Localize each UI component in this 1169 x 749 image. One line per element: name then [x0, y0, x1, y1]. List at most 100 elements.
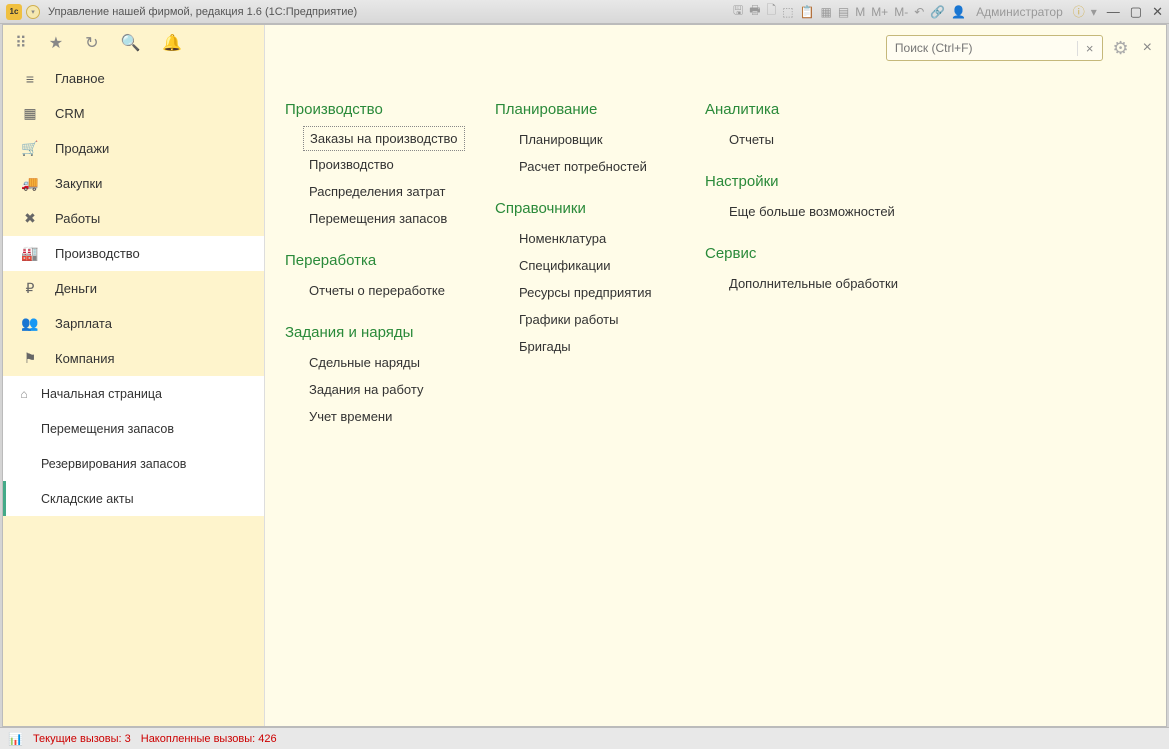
status-accumulated-calls: Накопленные вызовы: 426: [141, 733, 277, 745]
close-panel-button[interactable]: ×: [1143, 39, 1152, 57]
admin-label[interactable]: Администратор: [976, 5, 1063, 19]
link-production[interactable]: Производство: [285, 151, 475, 178]
link-work-tasks[interactable]: Задания на работу: [285, 376, 475, 403]
sidebar-item-production[interactable]: 🏭 Производство: [3, 236, 264, 271]
sidebar-item-label: Складские акты: [41, 492, 134, 506]
close-button[interactable]: ✕: [1152, 4, 1163, 20]
sidebar-sub-stock-move[interactable]: Перемещения запасов: [3, 411, 264, 446]
link-more-features[interactable]: Еще больше возможностей: [705, 198, 898, 225]
maximize-button[interactable]: ▢: [1130, 4, 1142, 20]
sidebar-item-label: Компания: [55, 351, 115, 366]
sidebar-item-label: Начальная страница: [41, 387, 162, 401]
minimize-button[interactable]: —: [1107, 4, 1120, 20]
status-icon: 📊: [8, 732, 23, 746]
link-icon[interactable]: 🔗: [930, 5, 945, 19]
people-icon: 👥: [21, 315, 39, 332]
sidebar-sub-home[interactable]: ⌂ Начальная страница: [3, 376, 264, 411]
section-header-processing[interactable]: Переработка: [285, 252, 475, 269]
app-logo-icon: 1c: [6, 4, 22, 20]
menu-icon: ≡: [21, 71, 39, 87]
link-teams[interactable]: Бригады: [495, 333, 685, 360]
sidebar-item-label: Перемещения запасов: [41, 422, 174, 436]
section-header-catalogs[interactable]: Справочники: [495, 200, 685, 217]
m-plus-button[interactable]: M+: [871, 5, 888, 19]
info-icon[interactable]: ⓘ: [1073, 3, 1085, 20]
grid-icon[interactable]: ⠿: [15, 33, 27, 53]
column-planning: Планирование Планировщик Расчет потребно…: [495, 75, 685, 430]
link-orders-production[interactable]: Заказы на производство: [303, 126, 465, 151]
link-reports[interactable]: Отчеты: [705, 126, 898, 153]
section-header-tasks[interactable]: Задания и наряды: [285, 324, 475, 341]
link-cost-allocation[interactable]: Распределения затрат: [285, 178, 475, 205]
truck-icon: 🚚: [21, 175, 39, 192]
section-header-service[interactable]: Сервис: [705, 245, 898, 262]
link-specifications[interactable]: Спецификации: [495, 252, 685, 279]
back-icon[interactable]: ↶: [914, 5, 924, 19]
sidebar-item-label: Продажи: [55, 141, 109, 156]
compare-icon[interactable]: ⬚: [782, 5, 793, 19]
gear-icon[interactable]: ⚙: [1113, 38, 1129, 59]
column-analytics: Аналитика Отчеты Настройки Еще больше во…: [705, 75, 898, 430]
status-current-calls: Текущие вызовы: 3: [33, 733, 131, 745]
link-nomenclature[interactable]: Номенклатура: [495, 225, 685, 252]
sidebar-item-sales[interactable]: 🛒 Продажи: [3, 131, 264, 166]
history-icon[interactable]: ↻: [85, 33, 98, 53]
sidebar-item-label: Деньги: [55, 281, 97, 296]
sidebar-item-label: CRM: [55, 106, 85, 121]
m-button[interactable]: M: [855, 5, 865, 19]
link-time-track[interactable]: Учет времени: [285, 403, 475, 430]
home-icon: ⌂: [17, 387, 31, 401]
cart-icon: 🛒: [21, 140, 39, 157]
section-header-planning[interactable]: Планирование: [495, 101, 685, 118]
titlebar-dropdown-icon[interactable]: ▾: [26, 5, 40, 19]
sidebar-item-label: Производство: [55, 246, 140, 261]
sidebar-sub-list: ⌂Начальная страница Перемещения запасов …: [3, 376, 264, 516]
search-input[interactable]: [887, 36, 1077, 60]
sidebar-item-works[interactable]: ✖Работы: [3, 201, 264, 236]
sidebar-item-crm[interactable]: ▦ CRM: [3, 96, 264, 131]
bell-icon[interactable]: 🔔: [162, 33, 182, 53]
info-dropdown-icon[interactable]: ▾: [1091, 5, 1097, 19]
calculator-icon[interactable]: ▤: [838, 5, 849, 19]
sidebar-item-salary[interactable]: 👥 Зарплата: [3, 306, 264, 341]
m-minus-button[interactable]: M-: [894, 5, 908, 19]
link-needs-calc[interactable]: Расчет потребностей: [495, 153, 685, 180]
link-stock-moves[interactable]: Перемещения запасов: [285, 205, 475, 232]
link-piecework[interactable]: Сдельные наряды: [285, 349, 475, 376]
crm-icon: ▦: [21, 105, 39, 122]
titlebar-tools: 🖫 🖶 🗋 ⬚ 📋 ▦ ▤ M M+ M- ↶ 🔗 👤 Администрато…: [733, 1, 1097, 22]
sidebar-item-money[interactable]: ₽ Деньги: [3, 271, 264, 306]
section-header-analytics[interactable]: Аналитика: [705, 101, 898, 118]
sidebar-item-label: Работы: [55, 211, 100, 226]
window-title: Управление нашей фирмой, редакция 1.6 (1…: [48, 6, 733, 18]
link-planner[interactable]: Планировщик: [495, 126, 685, 153]
link-resources[interactable]: Ресурсы предприятия: [495, 279, 685, 306]
search-box: ×: [886, 35, 1103, 61]
sidebar-item-main[interactable]: ≡ Главное: [3, 61, 264, 96]
sidebar-item-label: Зарплата: [55, 316, 112, 331]
calendar-icon[interactable]: ▦: [821, 5, 832, 19]
print-icon[interactable]: 🖶: [749, 1, 760, 22]
section-header-production[interactable]: Производство: [285, 101, 475, 118]
titlebar: 1c ▾ Управление нашей фирмой, редакция 1…: [0, 0, 1169, 24]
link-schedules[interactable]: Графики работы: [495, 306, 685, 333]
sidebar-sub-stock-acts[interactable]: Складские акты: [3, 481, 264, 516]
sidebar-sub-stock-reserve[interactable]: Резервирования запасов: [3, 446, 264, 481]
clipboard-icon[interactable]: 📋: [800, 5, 815, 19]
link-additional-proc[interactable]: Дополнительные обработки: [705, 270, 898, 297]
save-icon[interactable]: 🖫: [733, 1, 743, 22]
print-preview-icon[interactable]: 🗋: [767, 1, 777, 22]
star-icon[interactable]: ★: [49, 33, 63, 53]
sidebar-item-label: Закупки: [55, 176, 102, 191]
ruble-icon: ₽: [21, 280, 39, 297]
sidebar-item-purchases[interactable]: 🚚 Закупки: [3, 166, 264, 201]
sidebar-item-label: Главное: [55, 71, 105, 86]
section-header-settings[interactable]: Настройки: [705, 173, 898, 190]
sidebar-main-list: ≡Главное ▦CRM 🛒Продажи 🚚Закупки ✖Работы …: [3, 61, 264, 376]
sidebar-item-label: Резервирования запасов: [41, 457, 186, 471]
search-icon[interactable]: 🔍: [120, 33, 140, 53]
sidebar-item-company[interactable]: ⚑Компания: [3, 341, 264, 376]
link-processing-reports[interactable]: Отчеты о переработке: [285, 277, 475, 304]
search-clear-button[interactable]: ×: [1077, 41, 1102, 56]
factory-icon: 🏭: [21, 245, 39, 262]
